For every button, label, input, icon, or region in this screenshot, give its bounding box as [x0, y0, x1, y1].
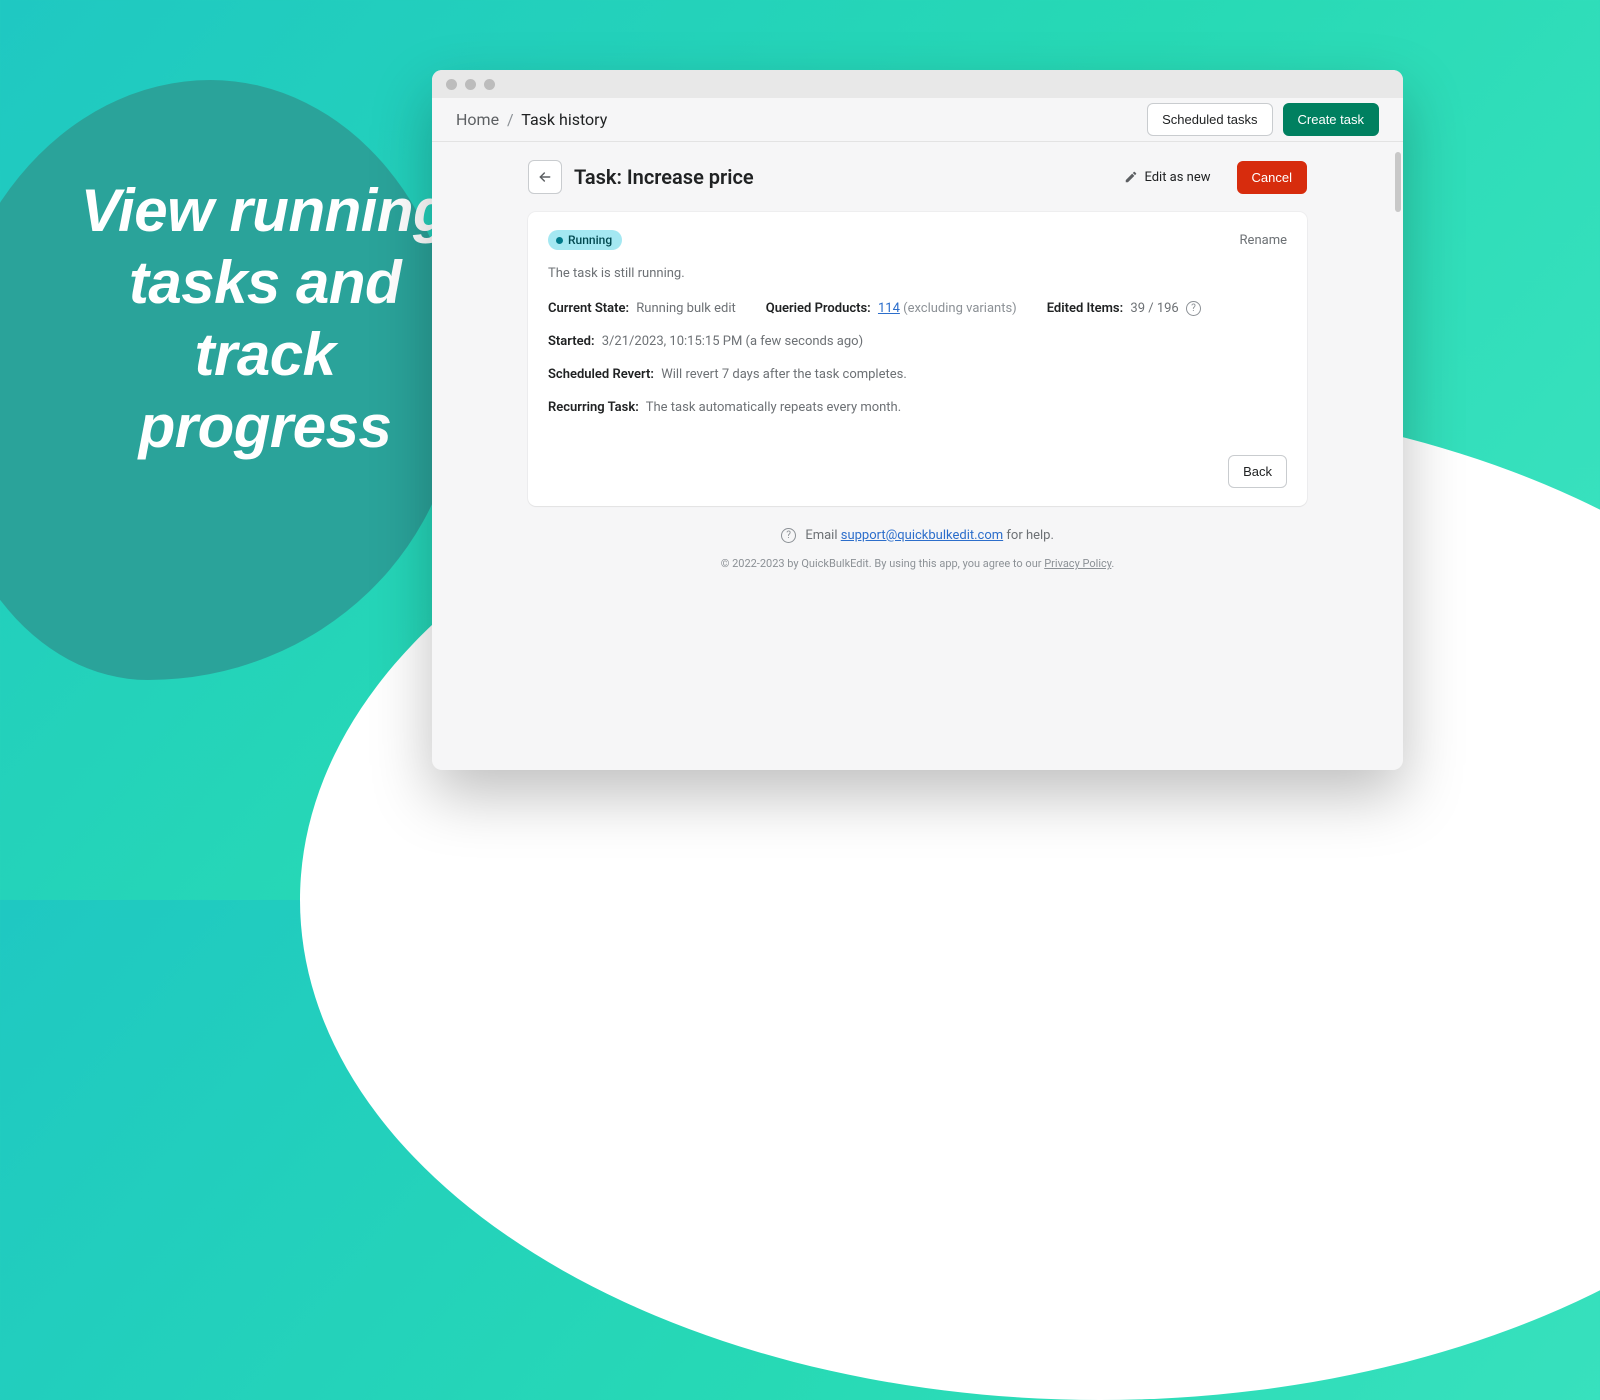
- window-close-dot[interactable]: [446, 79, 457, 90]
- privacy-policy-link[interactable]: Privacy Policy: [1044, 557, 1111, 570]
- arrow-left-icon: [537, 169, 553, 185]
- queried-label: Queried Products:: [766, 301, 871, 316]
- pencil-icon: [1124, 170, 1138, 184]
- info-row: Current State: Running bulk edit Queried…: [548, 301, 1287, 316]
- help-footer: ? Email support@quickbulkedit.com for he…: [528, 528, 1307, 543]
- revert-value: Will revert 7 days after the task comple…: [661, 367, 907, 382]
- cancel-button[interactable]: Cancel: [1237, 161, 1307, 194]
- started-line: Started: 3/21/2023, 10:15:15 PM (a few s…: [548, 334, 1287, 349]
- current-state: Current State: Running bulk edit: [548, 301, 736, 316]
- queried-suffix: (excluding variants): [903, 301, 1017, 316]
- footer-pre: Email: [805, 528, 840, 543]
- hero-headline: View running tasks and track progress: [80, 175, 450, 463]
- back-button[interactable]: Back: [1228, 455, 1287, 488]
- topbar: Home / Task history Scheduled tasks Crea…: [432, 98, 1403, 142]
- app-window: Home / Task history Scheduled tasks Crea…: [432, 70, 1403, 770]
- breadcrumb-home[interactable]: Home: [456, 110, 499, 129]
- edited-value: 39 / 196: [1130, 301, 1178, 316]
- window-titlebar: [432, 70, 1403, 98]
- help-icon: ?: [781, 528, 796, 543]
- edited-items: Edited Items: 39 / 196 ?: [1047, 301, 1201, 316]
- recurring-line: Recurring Task: The task automatically r…: [548, 400, 1287, 415]
- scrollbar[interactable]: [1395, 152, 1401, 212]
- content-area: Task: Increase price Edit as new Cancel …: [432, 142, 1403, 770]
- task-card: Running Rename The task is still running…: [528, 212, 1307, 506]
- status-badge: Running: [548, 230, 622, 250]
- breadcrumb: Home / Task history: [456, 110, 607, 129]
- breadcrumb-separator: /: [507, 110, 514, 129]
- edit-as-new-label: Edit as new: [1144, 170, 1210, 185]
- edited-label: Edited Items:: [1047, 301, 1123, 316]
- create-task-button[interactable]: Create task: [1283, 103, 1379, 136]
- started-label: Started:: [548, 334, 595, 349]
- footer-post: for help.: [1003, 528, 1054, 543]
- queried-products: Queried Products: 114 (excluding variant…: [766, 301, 1017, 316]
- page-header: Task: Increase price Edit as new Cancel: [528, 160, 1307, 194]
- status-text: The task is still running.: [548, 266, 1287, 281]
- recurring-label: Recurring Task:: [548, 400, 639, 415]
- status-badge-label: Running: [568, 233, 612, 247]
- window-zoom-dot[interactable]: [484, 79, 495, 90]
- window-minimize-dot[interactable]: [465, 79, 476, 90]
- started-value: 3/21/2023, 10:15:15 PM (a few seconds ag…: [602, 334, 863, 349]
- rename-link[interactable]: Rename: [1240, 233, 1287, 248]
- scheduled-tasks-button[interactable]: Scheduled tasks: [1147, 103, 1272, 136]
- recurring-value: The task automatically repeats every mon…: [646, 400, 901, 415]
- back-arrow-button[interactable]: [528, 160, 562, 194]
- page-title: Task: Increase price: [574, 165, 754, 189]
- revert-label: Scheduled Revert:: [548, 367, 654, 382]
- current-state-value: Running bulk edit: [636, 301, 735, 316]
- copyright: © 2022-2023 by QuickBulkEdit. By using t…: [528, 557, 1307, 570]
- current-state-label: Current State:: [548, 301, 629, 316]
- revert-line: Scheduled Revert: Will revert 7 days aft…: [548, 367, 1287, 382]
- help-icon[interactable]: ?: [1186, 301, 1201, 316]
- queried-count-link[interactable]: 114: [878, 301, 900, 316]
- support-email-link[interactable]: support@quickbulkedit.com: [841, 528, 1003, 543]
- edit-as-new-button[interactable]: Edit as new: [1124, 170, 1210, 185]
- copyright-post: .: [1111, 557, 1114, 570]
- status-dot-icon: [556, 237, 563, 244]
- breadcrumb-current: Task history: [521, 110, 607, 129]
- copyright-pre: © 2022-2023 by QuickBulkEdit. By using t…: [721, 557, 1045, 570]
